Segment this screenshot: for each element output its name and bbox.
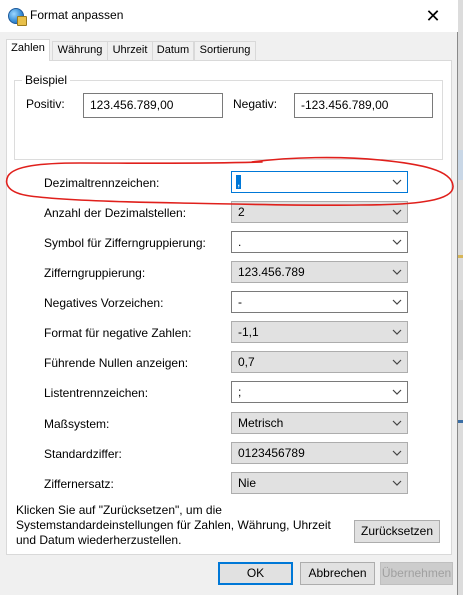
tab-datum[interactable]: Datum [152,41,194,60]
digit-substitution-label: Ziffernersatz: [44,477,114,491]
leading-zeros-combo[interactable]: 0,7 [231,351,408,373]
example-groupbox [14,80,443,160]
chevron-down-icon[interactable] [391,205,403,219]
decimal-separator-value: , [236,175,242,189]
chevron-down-icon[interactable] [391,175,403,189]
measurement-system-value: Metrisch [238,416,284,430]
cancel-button[interactable]: Abbrechen [300,562,375,585]
leading-zeros-label: Führende Nullen anzeigen: [44,356,189,370]
chevron-down-icon[interactable] [391,235,403,249]
measurement-system-combo[interactable]: Metrisch [231,412,408,434]
title-bar: Format anpassen ✕ [0,0,458,32]
negative-format-label: Format für negative Zahlen: [44,326,192,340]
tab-zahlen[interactable]: Zahlen [6,39,50,61]
globe-settings-icon [8,8,27,26]
list-separator-value: ; [238,385,242,399]
negative-label: Negativ: [233,97,278,111]
measurement-system-label: Maßsystem: [44,417,110,431]
standard-digits-combo[interactable]: 0123456789 [231,442,408,464]
apply-button[interactable]: Übernehmen [380,562,453,585]
chevron-down-icon[interactable] [391,265,403,279]
leading-zeros-value: 0,7 [238,355,255,369]
chevron-down-icon[interactable] [391,355,403,369]
reset-info-line: Klicken Sie auf "Zurücksetzen", um die [16,503,222,517]
chevron-down-icon[interactable] [391,476,403,490]
digit-grouping-value: 123.456.789 [238,265,305,279]
ok-button[interactable]: OK [218,562,293,585]
format-dialog: Format anpassen ✕ Zahlen Währung Uhrzeit… [0,0,458,595]
chevron-down-icon[interactable] [391,325,403,339]
reset-info-line: Systemstandardeinstellungen für Zahlen, … [16,518,331,532]
chevron-down-icon[interactable] [391,446,403,460]
close-button[interactable]: ✕ [410,0,456,32]
positive-label: Positiv: [26,97,65,111]
window-title: Format anpassen [30,8,124,22]
standard-digits-label: Standardziffer: [44,447,122,461]
background-window-edge [458,0,463,595]
grouping-symbol-label: Symbol für Zifferngruppierung: [44,236,206,250]
tab-uhrzeit[interactable]: Uhrzeit [107,41,153,60]
reset-info-line: und Datum wiederherzustellen. [16,533,182,547]
decimal-places-label: Anzahl der Dezimalstellen: [44,206,187,220]
decimal-separator-label: Dezimaltrennzeichen: [44,176,160,190]
decimal-places-combo[interactable]: 2 [231,201,408,223]
negative-sign-label: Negatives Vorzeichen: [44,296,164,310]
standard-digits-value: 0123456789 [238,446,305,460]
list-separator-label: Listentrennzeichen: [44,386,149,400]
digit-grouping-label: Zifferngruppierung: [44,266,146,280]
tab-sortierung[interactable]: Sortierung [194,41,256,60]
decimal-separator-combo[interactable]: , [231,171,408,193]
negative-sign-combo[interactable]: - [231,291,408,313]
reset-info-text: Klicken Sie auf "Zurücksetzen", um die S… [16,503,346,548]
chevron-down-icon[interactable] [391,416,403,430]
negative-format-value: -1,1 [238,325,259,339]
example-legend: Beispiel [22,73,71,87]
reset-button[interactable]: Zurücksetzen [354,520,440,543]
chevron-down-icon[interactable] [391,385,403,399]
list-separator-combo[interactable]: ; [231,381,408,403]
digit-substitution-combo[interactable]: Nie [231,472,408,494]
close-icon: ✕ [425,5,441,26]
digit-substitution-value: Nie [238,476,257,490]
decimal-places-value: 2 [238,205,245,219]
grouping-symbol-value: . [238,235,242,249]
chevron-down-icon[interactable] [391,295,403,309]
grouping-symbol-combo[interactable]: . [231,231,408,253]
negative-sign-value: - [238,295,242,309]
negative-example-value: -123.456.789,00 [294,93,433,118]
negative-format-combo[interactable]: -1,1 [231,321,408,343]
positive-example-value: 123.456.789,00 [83,93,223,118]
digit-grouping-combo[interactable]: 123.456.789 [231,261,408,283]
tab-waehrung[interactable]: Währung [52,41,108,60]
